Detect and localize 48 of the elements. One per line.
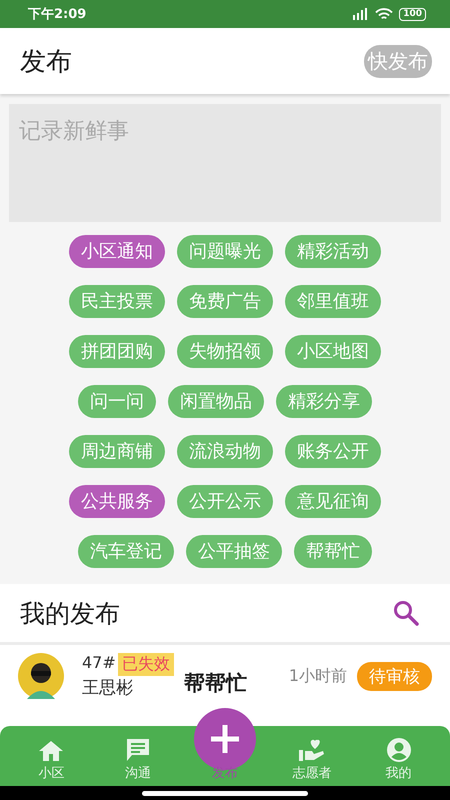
signal-icon bbox=[351, 8, 370, 20]
wifi-icon bbox=[375, 8, 394, 20]
home-icon bbox=[38, 740, 64, 762]
section-title: 我的发布 bbox=[20, 598, 120, 630]
chat-icon bbox=[125, 738, 152, 762]
profile-icon bbox=[386, 738, 411, 762]
home-indicator[interactable] bbox=[142, 790, 308, 796]
category-tag[interactable]: 精彩分享 bbox=[276, 385, 372, 418]
nav-tab[interactable]: 沟通 bbox=[103, 738, 174, 782]
quick-post-button[interactable]: 快发布 bbox=[364, 44, 432, 78]
status-time: 下午2:09 bbox=[28, 6, 86, 23]
post-input-field[interactable]: 记录新鲜事 bbox=[9, 104, 441, 222]
category-tag[interactable]: 公共服务 bbox=[69, 485, 165, 518]
category-tag[interactable]: 周边商铺 bbox=[69, 435, 165, 468]
expired-badge: 已失效 bbox=[118, 653, 174, 676]
post-title: 帮帮忙 bbox=[184, 670, 247, 697]
category-tag[interactable]: 帮帮忙 bbox=[294, 535, 372, 568]
search-icon[interactable] bbox=[392, 599, 420, 627]
category-tag[interactable]: 闲置物品 bbox=[168, 385, 264, 418]
category-tag[interactable]: 免费广告 bbox=[177, 285, 273, 318]
post-row[interactable]: 47# 已失效 王思彬 帮帮忙 1小时前 待审核 bbox=[9, 645, 441, 707]
battery-indicator: 100 bbox=[399, 8, 426, 20]
category-tag[interactable]: 拼团团购 bbox=[69, 335, 165, 368]
category-tag[interactable]: 公平抽签 bbox=[186, 535, 282, 568]
category-tag[interactable]: 汽车登记 bbox=[78, 535, 174, 568]
category-tag[interactable]: 意见征询 bbox=[285, 485, 381, 518]
category-tag[interactable]: 流浪动物 bbox=[177, 435, 273, 468]
category-tag[interactable]: 小区地图 bbox=[285, 335, 381, 368]
category-tag[interactable]: 问题曝光 bbox=[177, 235, 273, 268]
category-tag[interactable]: 问一问 bbox=[78, 385, 156, 418]
nav-tab[interactable]: 我的 bbox=[364, 738, 434, 782]
nav-tab[interactable]: 发布 bbox=[190, 708, 260, 782]
category-tag[interactable]: 小区通知 bbox=[69, 235, 165, 268]
room-number: 47# bbox=[82, 653, 116, 672]
category-tag[interactable]: 公开公示 bbox=[177, 485, 273, 518]
nav-tab[interactable]: 志愿者 bbox=[276, 738, 347, 782]
avatar-icon bbox=[18, 653, 64, 699]
page-title: 发布 bbox=[20, 46, 72, 78]
status-badge: 待审核 bbox=[357, 662, 432, 690]
category-tag[interactable]: 邻里值班 bbox=[285, 285, 381, 318]
hand-heart-icon bbox=[298, 738, 326, 762]
user-name: 王思彬 bbox=[82, 677, 133, 699]
category-tag[interactable]: 失物招领 bbox=[177, 335, 273, 368]
category-tag[interactable]: 民主投票 bbox=[69, 285, 165, 318]
nav-tab[interactable]: 小区 bbox=[16, 740, 86, 782]
category-tag[interactable]: 精彩活动 bbox=[285, 235, 381, 268]
category-tag[interactable]: 账务公开 bbox=[285, 435, 381, 468]
post-time: 1小时前 bbox=[288, 666, 347, 686]
